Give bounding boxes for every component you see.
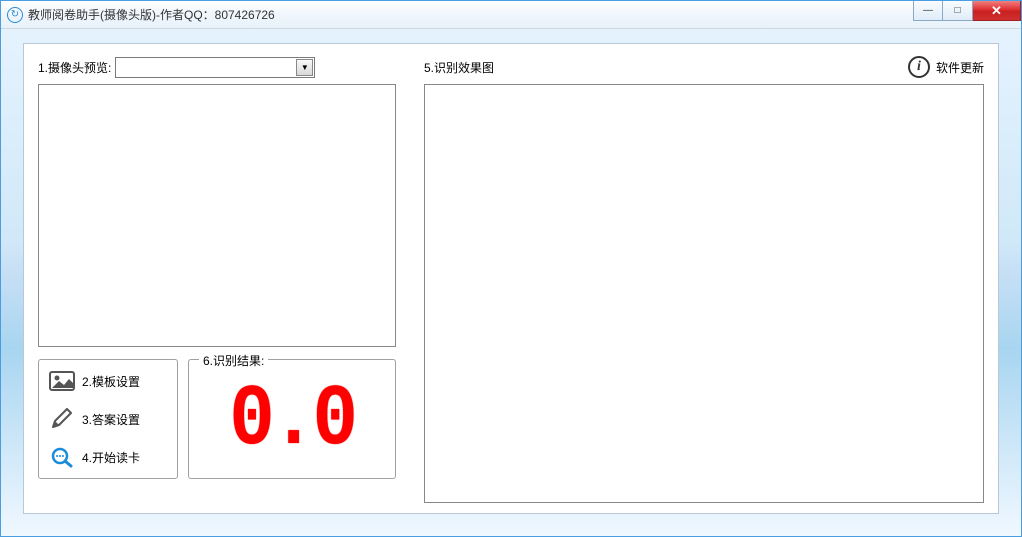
camera-preview-label: 1.摄像头预览:	[38, 59, 111, 76]
image-icon	[49, 370, 75, 392]
result-group-label: 6.识别结果:	[199, 352, 268, 369]
minimize-icon: —	[923, 5, 933, 16]
bottom-controls: 2.模板设置 3.答案设置 4.开始读卡	[38, 359, 396, 479]
minimize-button[interactable]: —	[913, 1, 943, 21]
start-read-button[interactable]: 4.开始读卡	[45, 444, 171, 470]
template-setup-button[interactable]: 2.模板设置	[45, 368, 171, 394]
pencil-icon	[49, 408, 75, 430]
main-panel: 1.摄像头预览: ▼ 2.模板设置	[23, 43, 999, 514]
camera-select[interactable]: ▼	[115, 57, 315, 78]
app-window: ↻ 教师阅卷助手(摄像头版)-作者QQ：807426726 — □ ✕ 1.摄像…	[0, 0, 1022, 537]
recognition-effect-area	[424, 84, 984, 503]
camera-row: 1.摄像头预览: ▼	[38, 54, 396, 80]
answer-setup-label: 3.答案设置	[82, 411, 140, 428]
effect-image-label: 5.识别效果图	[424, 59, 494, 76]
software-update-label: 软件更新	[936, 59, 984, 76]
right-header: 5.识别效果图 i 软件更新	[424, 54, 984, 80]
result-value: 0.0	[230, 378, 355, 464]
right-column: 5.识别效果图 i 软件更新	[424, 54, 984, 503]
start-read-label: 4.开始读卡	[82, 449, 140, 466]
titlebar: ↻ 教师阅卷助手(摄像头版)-作者QQ：807426726 — □ ✕	[1, 1, 1021, 29]
info-icon: i	[908, 56, 930, 78]
window-title: 教师阅卷助手(摄像头版)-作者QQ：807426726	[28, 6, 275, 23]
maximize-icon: □	[954, 5, 960, 16]
app-icon: ↻	[7, 7, 23, 23]
magnifier-icon	[49, 446, 75, 468]
chevron-down-icon: ▼	[296, 59, 313, 76]
template-setup-label: 2.模板设置	[82, 373, 140, 390]
software-update-button[interactable]: i 软件更新	[908, 56, 984, 78]
camera-preview-area	[38, 84, 396, 347]
window-controls: — □ ✕	[913, 1, 1021, 21]
maximize-button[interactable]: □	[943, 1, 973, 21]
answer-setup-button[interactable]: 3.答案设置	[45, 406, 171, 432]
close-button[interactable]: ✕	[973, 1, 1021, 21]
result-group: 6.识别结果: 0.0	[188, 359, 396, 479]
close-icon: ✕	[991, 3, 1002, 19]
left-column: 1.摄像头预览: ▼ 2.模板设置	[38, 54, 396, 503]
action-buttons: 2.模板设置 3.答案设置 4.开始读卡	[38, 359, 178, 479]
